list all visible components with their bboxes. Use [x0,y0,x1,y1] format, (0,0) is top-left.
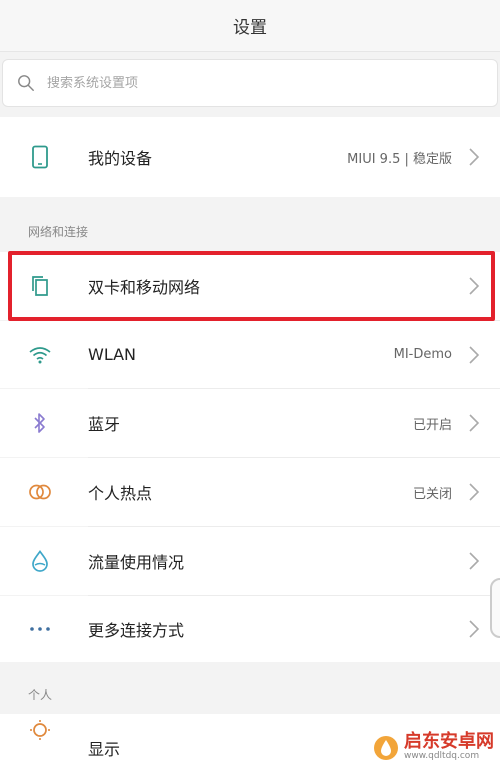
chevron-right-icon [469,414,480,432]
watermark-logo-icon [374,735,398,760]
scroll-handle[interactable] [490,578,500,638]
more-connections-label: 更多连接方式 [88,621,185,640]
watermark-text: 启东安卓网 [404,731,494,753]
wlan-value: MI-Demo [393,347,452,362]
title-bar: 设置 [0,0,500,52]
chevron-right-icon [469,552,480,570]
chevron-right-icon [469,277,480,295]
hotspot-value: 已关闭 [412,486,452,502]
wlan-label: WLAN [88,345,137,364]
hotspot-label: 个人热点 [88,484,153,503]
wifi-icon [28,343,52,367]
more-connections-item[interactable]: 更多连接方式 [0,596,500,662]
hotspot-item[interactable]: 个人热点 已关闭 [0,458,500,526]
search-box[interactable] [2,59,498,107]
page-title: 设置 [233,18,267,38]
sim-network-label: 双卡和移动网络 [88,278,201,297]
bluetooth-value: 已开启 [412,417,452,433]
sim-network-item[interactable]: 双卡和移动网络 [0,252,500,320]
bluetooth-item[interactable]: 蓝牙 已开启 [0,389,500,457]
bluetooth-icon [28,411,52,435]
my-device-label: 我的设备 [88,149,153,168]
phone-icon [28,145,52,169]
chevron-right-icon [469,148,480,166]
sim-card-icon [28,274,52,298]
search-icon [18,75,34,91]
data-usage-item[interactable]: 流量使用情况 [0,527,500,595]
search-input[interactable] [47,75,427,91]
watermark: 启东安卓网 www.qdltdq.com [372,733,494,762]
my-device-value: MIUI 9.5 | 稳定版 [347,151,452,167]
sun-icon [28,718,52,742]
bluetooth-label: 蓝牙 [88,415,121,434]
display-label: 显示 [88,740,121,759]
more-dots-icon [28,617,52,641]
data-drop-icon [28,549,52,573]
search-bar [0,59,500,107]
wlan-item[interactable]: WLAN MI-Demo [0,321,500,388]
my-device-item[interactable]: 我的设备 MIUI 9.5 | 稳定版 [0,117,500,197]
chevron-right-icon [469,345,480,364]
data-usage-label: 流量使用情况 [88,553,185,572]
chevron-right-icon [469,483,480,501]
hotspot-icon [28,480,52,504]
section-personal-label: 个人 [28,688,53,702]
watermark-url: www.qdltdq.com [404,751,480,762]
section-network-label: 网络和连接 [28,225,89,239]
chevron-right-icon [469,620,480,638]
